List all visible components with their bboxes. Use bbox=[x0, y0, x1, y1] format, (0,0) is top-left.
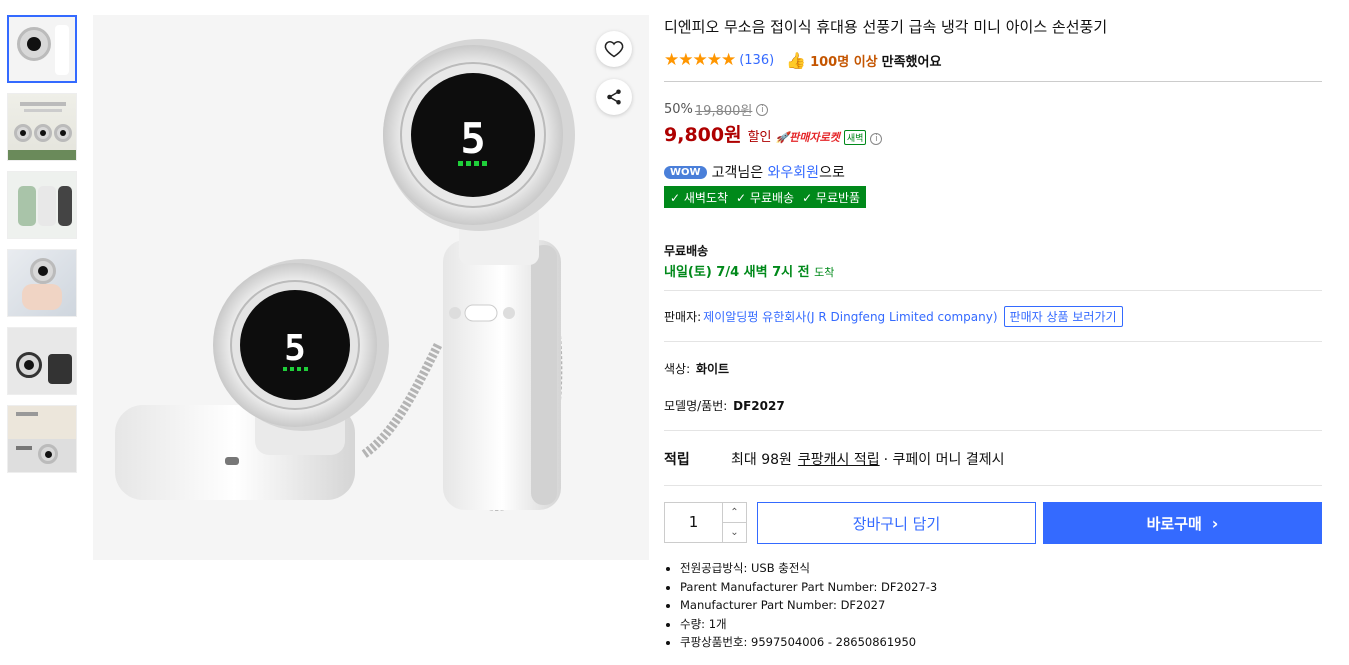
buy-now-button[interactable]: 바로구매 › bbox=[1043, 502, 1322, 544]
original-price: 19,800원 bbox=[694, 104, 753, 119]
fan-thumbnail-icon bbox=[17, 27, 51, 61]
divider bbox=[664, 485, 1322, 486]
list-item: 수량: 1개 bbox=[680, 615, 937, 634]
rating-row: ★★★★★ (136) 👍 100명 이상 만족했어요 bbox=[664, 50, 941, 70]
divider bbox=[664, 341, 1322, 342]
wow-badge: WOW bbox=[664, 165, 707, 179]
thumbnail-1[interactable] bbox=[7, 15, 77, 83]
quantity-arrows: ⌃ ⌄ bbox=[722, 503, 746, 542]
seller-products-button[interactable]: 판매자 상품 보러가기 bbox=[1003, 306, 1123, 327]
points-rest: · 쿠페이 머니 결제시 bbox=[883, 452, 1005, 468]
wow-text-suffix: 으로 bbox=[819, 165, 845, 181]
fan-thumbnail-icon bbox=[54, 124, 72, 142]
product-title: 디엔피오 무소음 접이식 휴대용 선풍기 급속 냉각 미니 아이스 손선풍기 bbox=[664, 18, 1108, 36]
benefit-badges: ✓ 새벽도착 ✓ 무료배송 ✓ 무료반품 bbox=[664, 186, 867, 208]
shipping-suffix: 도착 bbox=[814, 266, 835, 279]
wow-member-row: WOW 고객님은 와우회원 으로 bbox=[664, 162, 845, 182]
thumbnail-3[interactable] bbox=[7, 171, 77, 239]
fan-thumbnail-icon bbox=[16, 352, 42, 378]
shipping-date: 내일(토) 7/4 새벽 7시 전 도착 bbox=[664, 261, 834, 280]
star-rating: ★★★★★ bbox=[664, 50, 736, 70]
thumbnail-5[interactable] bbox=[7, 327, 77, 395]
fan-thumbnail-icon bbox=[30, 258, 56, 284]
info-icon[interactable]: i bbox=[870, 133, 883, 145]
seller-row: 판매자: 제이알딩펑 유한회사(J R Dingfeng Limited com… bbox=[664, 306, 1123, 327]
model-option: 모델명/품번: DF2027 bbox=[664, 397, 785, 414]
fan-display-digit: 5 bbox=[284, 328, 306, 369]
fan-thumbnail-icon bbox=[34, 124, 52, 142]
info-icon[interactable]: i bbox=[756, 103, 769, 116]
model-label: 모델명/품번: bbox=[664, 399, 728, 413]
seller-rocket-badge: 🚀판매자로켓 bbox=[775, 131, 840, 144]
shipping-date-text: 내일(토) 7/4 새벽 7시 전 bbox=[664, 265, 810, 280]
shipping-title: 무료배송 bbox=[664, 244, 709, 258]
color-label: 색상: bbox=[664, 362, 691, 376]
review-count-link[interactable]: (136) bbox=[739, 53, 774, 68]
wishlist-button[interactable] bbox=[596, 31, 632, 67]
satisfaction-text: 만족했어요 bbox=[881, 54, 942, 70]
color-value: 화이트 bbox=[695, 362, 730, 376]
divider bbox=[664, 290, 1322, 291]
thumbnail-list bbox=[7, 15, 77, 483]
fan-display-digit: 5 bbox=[460, 114, 485, 163]
thumbnail-6[interactable] bbox=[7, 405, 77, 473]
sale-price: 9,800원 bbox=[664, 124, 742, 146]
arrow-down-icon[interactable]: ⌄ bbox=[723, 523, 746, 542]
add-to-cart-label: 장바구니 담기 bbox=[852, 514, 941, 533]
wow-member-link[interactable]: 와우회원 bbox=[768, 162, 820, 182]
seller-name-link[interactable]: 제이알딩펑 유한회사(J R Dingfeng Limited company) bbox=[703, 308, 997, 325]
thumbnail-4[interactable] bbox=[7, 249, 77, 317]
points-label: 적립 bbox=[664, 452, 690, 468]
product-page: 5 5 디엔피오 무소음 접이식 휴대용 선풍기 급속 냉각 미니 아이스 손선… bbox=[0, 0, 1349, 665]
buy-now-label: 바로구매 bbox=[1146, 514, 1202, 533]
benefit-dawn-arrival: ✓ 새벽도착 bbox=[670, 190, 729, 205]
coupang-cash-link[interactable]: 쿠팡캐시 적립 bbox=[798, 449, 880, 469]
spec-list: 전원공급방식: USB 충전식 Parent Manufacturer Part… bbox=[680, 559, 937, 652]
benefit-free-return: ✓ 무료반품 bbox=[802, 190, 861, 205]
add-to-cart-button[interactable]: 장바구니 담기 bbox=[757, 502, 1036, 544]
points-max: 최대 98원 bbox=[731, 452, 792, 468]
thumbnail-2[interactable] bbox=[7, 93, 77, 161]
benefit-free-shipping: ✓ 무료배송 bbox=[736, 190, 795, 205]
thumbs-up-icon: 👍 bbox=[786, 50, 807, 70]
price-row: 9,800원 할인 🚀판매자로켓 새벽 i bbox=[664, 120, 883, 147]
seller-label: 판매자: bbox=[664, 310, 702, 324]
share-button[interactable] bbox=[596, 79, 632, 115]
discount-label: 할인 bbox=[747, 130, 772, 145]
wow-text: 고객님은 bbox=[711, 165, 764, 181]
share-icon bbox=[607, 89, 621, 105]
divider bbox=[664, 81, 1322, 82]
arrow-up-icon[interactable]: ⌃ bbox=[723, 503, 746, 523]
color-option: 색상: 화이트 bbox=[664, 360, 729, 377]
points-row: 적립 최대 98원 쿠팡캐시 적립 · 쿠페이 머니 결제시 bbox=[664, 449, 1004, 469]
list-item: Manufacturer Part Number: DF2027 bbox=[680, 596, 937, 615]
divider bbox=[664, 430, 1322, 431]
discount-rate: 50% bbox=[664, 102, 693, 117]
satisfaction-count: 100명 이상 bbox=[810, 54, 878, 70]
dawn-delivery-badge: 새벽 bbox=[843, 130, 867, 145]
fan-thumbnail-icon bbox=[38, 444, 58, 464]
model-value: DF2027 bbox=[733, 399, 785, 413]
fan-thumbnail-icon bbox=[14, 124, 32, 142]
chevron-right-icon: › bbox=[1211, 513, 1219, 533]
main-product-image: 5 5 bbox=[93, 15, 649, 560]
list-item: 전원공급방식: USB 충전식 bbox=[680, 559, 937, 578]
list-item: 쿠팡상품번호: 9597504006 - 28650861950 bbox=[680, 633, 937, 652]
fan-illustration: 5 5 bbox=[115, 39, 575, 511]
heart-icon bbox=[604, 41, 624, 58]
quantity-input[interactable]: 1 bbox=[665, 503, 722, 542]
list-item: Parent Manufacturer Part Number: DF2027-… bbox=[680, 578, 937, 597]
quantity-stepper: 1 ⌃ ⌄ bbox=[664, 502, 747, 543]
original-price-row: 50% 19,800원 i bbox=[664, 100, 769, 119]
